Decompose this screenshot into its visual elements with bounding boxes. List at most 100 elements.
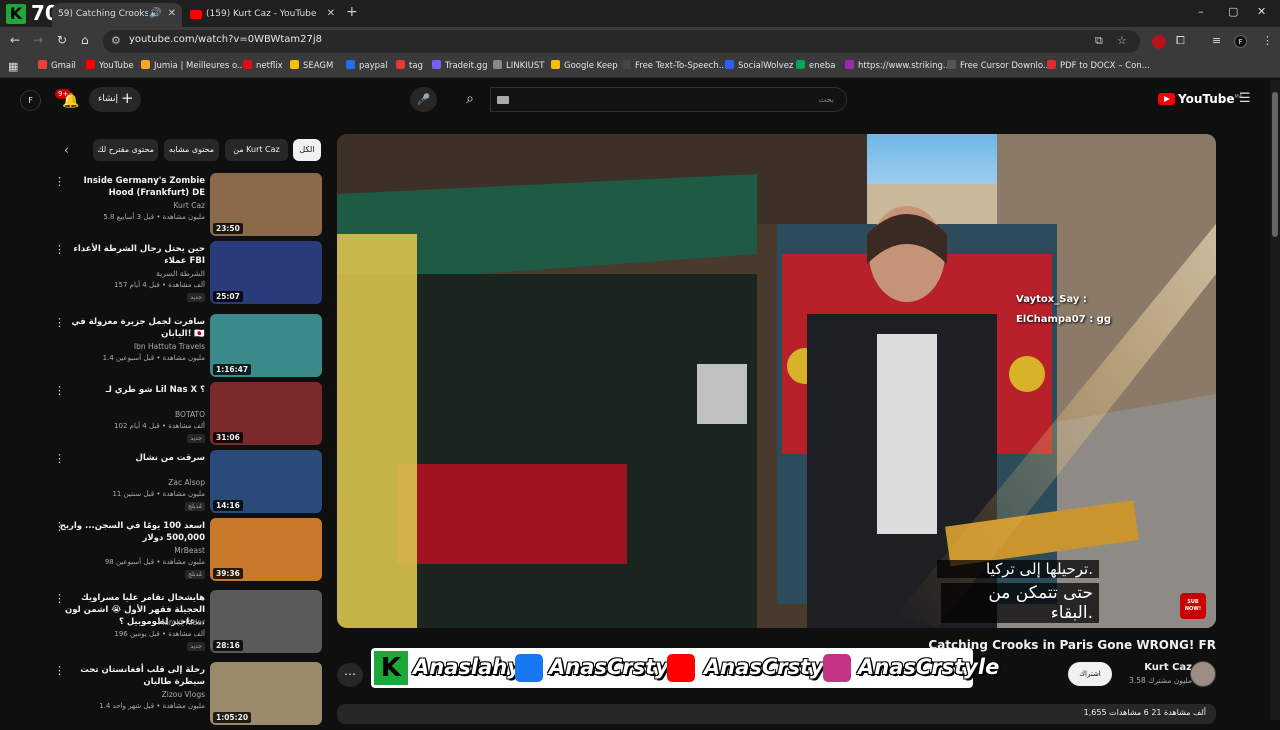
video-badge: جديد xyxy=(187,293,205,302)
bookmark-item[interactable]: paypal xyxy=(346,60,388,71)
bookmark-label: Google Keep xyxy=(564,61,618,71)
more-actions-button[interactable]: ⋯ xyxy=(337,663,363,687)
bookmark-item[interactable]: tag xyxy=(396,60,423,71)
video-duration: 31:06 xyxy=(213,432,243,443)
bookmark-item[interactable]: Tradeit.gg xyxy=(432,60,487,71)
bookmark-item[interactable]: Jumia | Meilleures o... xyxy=(141,60,245,71)
video-duration: 1:16:47 xyxy=(213,364,252,375)
channel-name[interactable]: Zizou Vlogs xyxy=(162,690,205,699)
close-window-button[interactable]: ✕ xyxy=(1257,5,1266,18)
bookmark-star-icon[interactable]: ☆ xyxy=(1117,34,1127,47)
chip-all[interactable]: الكل xyxy=(293,139,321,161)
recommended-video[interactable]: ⋮ 1:16:47 سافرت لجمل جزيرة معزولة في الياب… xyxy=(50,314,325,382)
video-title[interactable]: حين يحتل رجال الشرطة الأعداء عملاء FBI xyxy=(57,243,205,267)
create-button[interactable]: إنشاء + xyxy=(89,87,141,112)
page-scrollbar[interactable] xyxy=(1270,80,1280,720)
recommended-video[interactable]: ⋮ 14:16 سرقت من نشال Zac Alsop 11 مليون مشاه… xyxy=(50,450,325,518)
bookmark-favicon-icon xyxy=(141,60,150,69)
channel-name[interactable]: Kurt Caz xyxy=(174,201,205,210)
chip-recommended[interactable]: محتوى مقترح لك xyxy=(93,139,158,161)
channel-avatar[interactable] xyxy=(1190,661,1216,687)
video-title[interactable]: اسعد 100 يومًا في السجن... واربح 500,000… xyxy=(57,520,205,544)
bookmark-item[interactable]: Free Cursor Downlo... xyxy=(947,60,1051,71)
video-title[interactable]: رحلة إلى قلب أفغانستان تحت سيطرة طالبان xyxy=(57,664,205,688)
search-input[interactable]: بحث xyxy=(490,87,847,112)
channel-name[interactable]: MrBeast xyxy=(174,546,205,555)
bookmark-item[interactable]: YouTube xyxy=(86,60,134,71)
bookmark-item[interactable]: SEAGM xyxy=(290,60,333,71)
address-bar[interactable]: ⚙ youtube.com/watch?v=0WBWtam27j8 ⧉ ☆ xyxy=(103,30,1140,53)
apps-grid-icon[interactable]: ▦ xyxy=(8,60,18,73)
reload-icon[interactable]: ↻ xyxy=(57,33,67,47)
extensions-puzzle-icon[interactable]: ⧠ xyxy=(1176,34,1185,48)
forward-icon[interactable]: → xyxy=(33,33,43,47)
description-box[interactable]: 1,655 ألف مشاهدة 21 6 مشاهدات xyxy=(337,704,1216,724)
chip-from-kurt-caz[interactable]: من Kurt Caz xyxy=(225,139,288,161)
channel-name[interactable]: Maroki Rider xyxy=(158,618,205,627)
channel-name[interactable]: Ibn Hattuta Travels xyxy=(134,342,205,351)
bookmark-item[interactable]: SocialWolvez xyxy=(725,60,793,71)
bookmark-item[interactable]: Free Text-To-Speech... xyxy=(622,60,727,71)
video-player[interactable]: Vaytox_Say : ElChampa07 : gg ترحيلها إلى… xyxy=(337,134,1216,628)
site-info-icon[interactable]: ⚙ xyxy=(111,34,121,47)
video-badge: مُدبلج xyxy=(185,502,205,511)
bookmark-label: Jumia | Meilleures o... xyxy=(154,61,246,71)
url-text[interactable]: youtube.com/watch?v=0WBWtam27j8 xyxy=(129,34,322,45)
subtitle-line: ترحيلها إلى تركيا. xyxy=(937,560,1099,578)
browser-tab-strip: K 70 59) Catching Crooks in Pa 🔊 ✕ (159)… xyxy=(0,0,1280,27)
close-tab-icon[interactable]: ✕ xyxy=(327,3,335,25)
menu-kebab-icon[interactable]: ⋮ xyxy=(1262,34,1273,47)
bookmark-favicon-icon xyxy=(346,60,355,69)
bookmark-label: Free Cursor Downlo... xyxy=(960,61,1051,71)
back-icon[interactable]: ← xyxy=(10,33,20,47)
bookmark-item[interactable]: PDF to DOCX – Con... xyxy=(1047,60,1150,71)
chevron-left-icon[interactable]: ‹ xyxy=(64,143,69,157)
scrollbar-thumb[interactable] xyxy=(1272,92,1278,237)
bookmark-item[interactable]: Google Keep xyxy=(551,60,618,71)
channel-name[interactable]: الشرطة السرية xyxy=(156,269,205,278)
voice-search-button[interactable]: 🎤 xyxy=(410,87,437,112)
bookmark-item[interactable]: eneba xyxy=(796,60,835,71)
channel-name[interactable]: BOTATO xyxy=(175,410,205,419)
media-controls-icon[interactable]: ≡ xyxy=(1212,34,1221,47)
extension-icon[interactable] xyxy=(1152,35,1166,49)
subtitle-line: حتى تتمكن من البقاء. xyxy=(941,583,1099,623)
keyboard-icon[interactable] xyxy=(497,96,509,104)
video-title[interactable]: سرقت من نشال xyxy=(57,452,205,464)
speaker-icon[interactable]: 🔊 xyxy=(149,3,161,25)
minimize-button[interactable]: – xyxy=(1198,5,1204,18)
recommended-video[interactable]: ⋮ 23:50 Inside Germany's Zombie Hood (Fran… xyxy=(50,173,325,241)
recommended-video[interactable]: ⋮ 28:16 هايشحال تقامر عليا مسراويك الحجيلة… xyxy=(50,590,325,658)
video-title[interactable]: سافرت لجمل جزيرة معزولة في اليابان! 🇯🇵 xyxy=(57,316,205,340)
hamburger-menu-icon[interactable]: ☰ xyxy=(1239,91,1251,106)
bookmark-item[interactable]: LINKIUST xyxy=(493,60,545,71)
channel-name[interactable]: Kurt Caz xyxy=(1144,662,1192,673)
chip-related[interactable]: محتوى مشابه xyxy=(164,139,219,161)
video-title[interactable]: Inside Germany's Zombie Hood (Frankfurt)… xyxy=(57,175,205,199)
recommended-video[interactable]: ⋮ 31:06 شو طري لـ Lil Nas X ؟ BOTATO 102 ألف… xyxy=(50,382,325,450)
instagram-icon xyxy=(823,654,851,682)
recommended-video[interactable]: ⋮ 25:07 حين يحتل رجال الشرطة الأعداء عملاء… xyxy=(50,241,325,309)
bookmark-item[interactable]: https://www.striking... xyxy=(845,60,951,71)
profile-avatar[interactable]: F xyxy=(1234,35,1247,48)
watermark-handle: AnasCrstyle xyxy=(858,655,1000,679)
bookmark-item[interactable]: netflix xyxy=(243,60,283,71)
close-tab-icon[interactable]: ✕ xyxy=(168,3,176,25)
bookmark-label: LINKIUST xyxy=(506,61,545,71)
subscribe-button[interactable]: اشتراك xyxy=(1068,662,1112,686)
youtube-logo[interactable]: YouTubeMA xyxy=(1158,92,1242,106)
tab-kurt-caz[interactable]: (159) Kurt Caz - YouTube ✕ xyxy=(186,3,341,27)
install-app-icon[interactable]: ⧉ xyxy=(1095,34,1103,48)
home-icon[interactable]: ⌂ xyxy=(81,33,89,47)
new-tab-button[interactable]: + xyxy=(346,4,358,20)
tab-catching-crooks[interactable]: 59) Catching Crooks in Pa 🔊 ✕ xyxy=(52,3,182,27)
recommended-video[interactable]: ⋮ 39:36 اسعد 100 يومًا في السجن... واربح 5… xyxy=(50,518,325,586)
bookmark-favicon-icon xyxy=(622,60,631,69)
maximize-button[interactable]: ▢ xyxy=(1228,5,1238,18)
bell-icon[interactable]: 🔔 xyxy=(62,93,79,109)
video-title[interactable]: شو طري لـ Lil Nas X ؟ xyxy=(57,384,205,396)
channel-name[interactable]: Zac Alsop xyxy=(168,478,205,487)
account-avatar[interactable]: F xyxy=(20,90,41,111)
search-button[interactable]: ⌕ xyxy=(450,87,490,112)
bookmark-item[interactable]: Gmail xyxy=(38,60,76,71)
